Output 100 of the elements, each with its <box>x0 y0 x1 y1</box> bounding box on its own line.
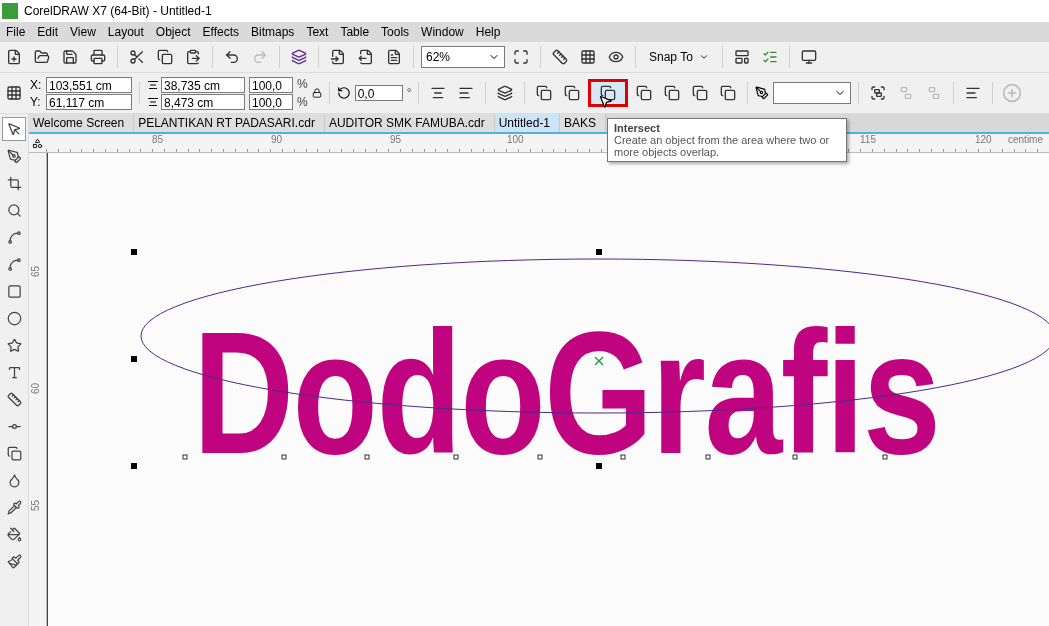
menu-item[interactable]: File <box>2 25 34 39</box>
launcher-icon <box>291 49 307 65</box>
y-label: Y: <box>30 94 42 109</box>
import-icon <box>330 49 346 65</box>
window-title: CorelDRAW X7 (64-Bit) - Untitled-1 <box>24 4 212 18</box>
ruler-label: 120 <box>975 134 992 145</box>
rectangle-icon <box>6 283 22 299</box>
height-field[interactable]: 8,473 cm <box>161 93 245 110</box>
mouse-cursor-icon <box>598 94 613 109</box>
copy-icon <box>157 49 173 65</box>
freehand-icon <box>6 229 22 245</box>
redo-icon <box>252 49 268 65</box>
menu-item[interactable]: Edit <box>33 25 67 39</box>
y-field[interactable]: 61,117 cm <box>46 93 132 110</box>
ruler-label: 60 <box>30 382 42 395</box>
percent-label: % <box>297 93 308 111</box>
overlapping-squares-icon <box>536 85 553 101</box>
overlapping-squares-icon <box>636 85 653 101</box>
ruler-label: 65 <box>30 265 42 278</box>
selection-handle[interactable] <box>131 356 137 362</box>
document-tab[interactable]: Untitled-1 <box>494 114 561 132</box>
eyedropper-icon <box>6 499 22 515</box>
undo-icon <box>224 49 240 65</box>
fill-bucket-icon <box>6 526 22 542</box>
ellipse-icon <box>6 310 22 326</box>
pen-icon <box>755 86 770 100</box>
ruler-label: 115 <box>860 134 876 145</box>
menu-item[interactable]: View <box>66 25 104 39</box>
degree-label: ° <box>406 84 412 102</box>
document-tab[interactable]: AUDITOR SMK FAMUBA.cdr <box>324 114 495 132</box>
save-icon <box>62 49 78 65</box>
document-tab[interactable]: Welcome Screen <box>29 114 135 132</box>
tooltip-description: Create an object from the area where two or more objects overlap. <box>614 134 831 158</box>
pointer-icon <box>6 121 22 137</box>
angle-field[interactable]: 0,0 <box>354 85 403 101</box>
snap-to-button[interactable]: Snap To <box>643 45 715 69</box>
document-tab[interactable]: BAKS <box>560 114 607 132</box>
layers-icon <box>497 85 514 101</box>
curve-icon <box>6 256 22 272</box>
group-icon <box>870 85 887 101</box>
menu-item[interactable]: Effects <box>198 25 247 39</box>
zoom-fit-icon <box>513 49 529 65</box>
ruler-label: 55 <box>30 499 42 512</box>
menu-item[interactable]: Tools <box>377 25 418 39</box>
open-folder-icon <box>34 49 50 65</box>
scale-y-field[interactable]: 100,0 <box>249 93 293 110</box>
overlapping-squares-icon <box>692 85 709 101</box>
checklist-icon <box>761 49 778 65</box>
menu-item[interactable]: Help <box>471 25 509 39</box>
grid-icon <box>580 49 596 65</box>
menu-item[interactable]: Text <box>302 25 337 39</box>
lock-icon[interactable] <box>311 88 322 98</box>
brush-icon <box>6 553 22 569</box>
scissors-icon <box>129 49 145 65</box>
monitor-icon <box>800 49 817 65</box>
ruler-label: 85 <box>152 134 164 145</box>
menu-item[interactable]: Table <box>336 25 378 39</box>
document-tab[interactable]: PELANTIKAN RT PADASARI.cdr <box>134 114 325 132</box>
new-document-icon <box>6 49 22 65</box>
overlapping-squares-icon <box>664 85 681 101</box>
overlapping-squares-icon <box>600 85 617 101</box>
zoom-dropdown[interactable]: 62% <box>421 46 505 68</box>
scale-x-field[interactable]: 100,0 <box>249 76 293 93</box>
percent-label: % <box>297 75 308 93</box>
menu-item[interactable]: Object <box>151 25 199 39</box>
ruler-label: centime <box>1008 134 1043 145</box>
caret-icon <box>698 52 709 62</box>
ruler-label: 100 <box>507 134 524 145</box>
ruler-label: 95 <box>390 134 402 145</box>
text-icon <box>6 364 22 380</box>
x-field[interactable]: 103,551 cm <box>46 76 132 93</box>
window-icon <box>733 49 750 65</box>
app-logo-icon <box>2 3 18 19</box>
menu-item[interactable]: Bitmaps <box>247 25 303 39</box>
x-label: X: <box>30 77 43 92</box>
selection-handle[interactable] <box>131 249 137 255</box>
menu-item[interactable]: Window <box>417 25 472 39</box>
pointer-tool[interactable] <box>2 117 26 141</box>
overlapping-squares-icon <box>564 85 581 101</box>
align-icon <box>965 85 982 101</box>
overlapping-squares-icon <box>720 85 737 101</box>
eye-icon <box>608 49 624 65</box>
selection-handle[interactable] <box>131 463 137 469</box>
export-icon <box>358 49 374 65</box>
zoom-icon <box>6 202 22 218</box>
menu-item[interactable]: Layout <box>103 25 152 39</box>
dimension-icon <box>6 391 22 407</box>
node-handle[interactable] <box>182 454 188 460</box>
tooltip-title: Intersect <box>614 122 661 134</box>
ruler-icon <box>552 49 568 65</box>
outline-width-dropdown[interactable] <box>773 82 852 104</box>
pen-icon <box>6 148 22 164</box>
paste-icon <box>185 49 201 65</box>
print-icon <box>90 49 106 65</box>
plus-circle-icon <box>1002 83 1023 103</box>
intersect-button[interactable] <box>588 79 629 107</box>
rotate-icon <box>336 86 351 100</box>
width-field[interactable]: 38,735 cm <box>161 76 245 93</box>
crop-icon <box>6 175 22 191</box>
selection-handle[interactable] <box>596 249 602 255</box>
